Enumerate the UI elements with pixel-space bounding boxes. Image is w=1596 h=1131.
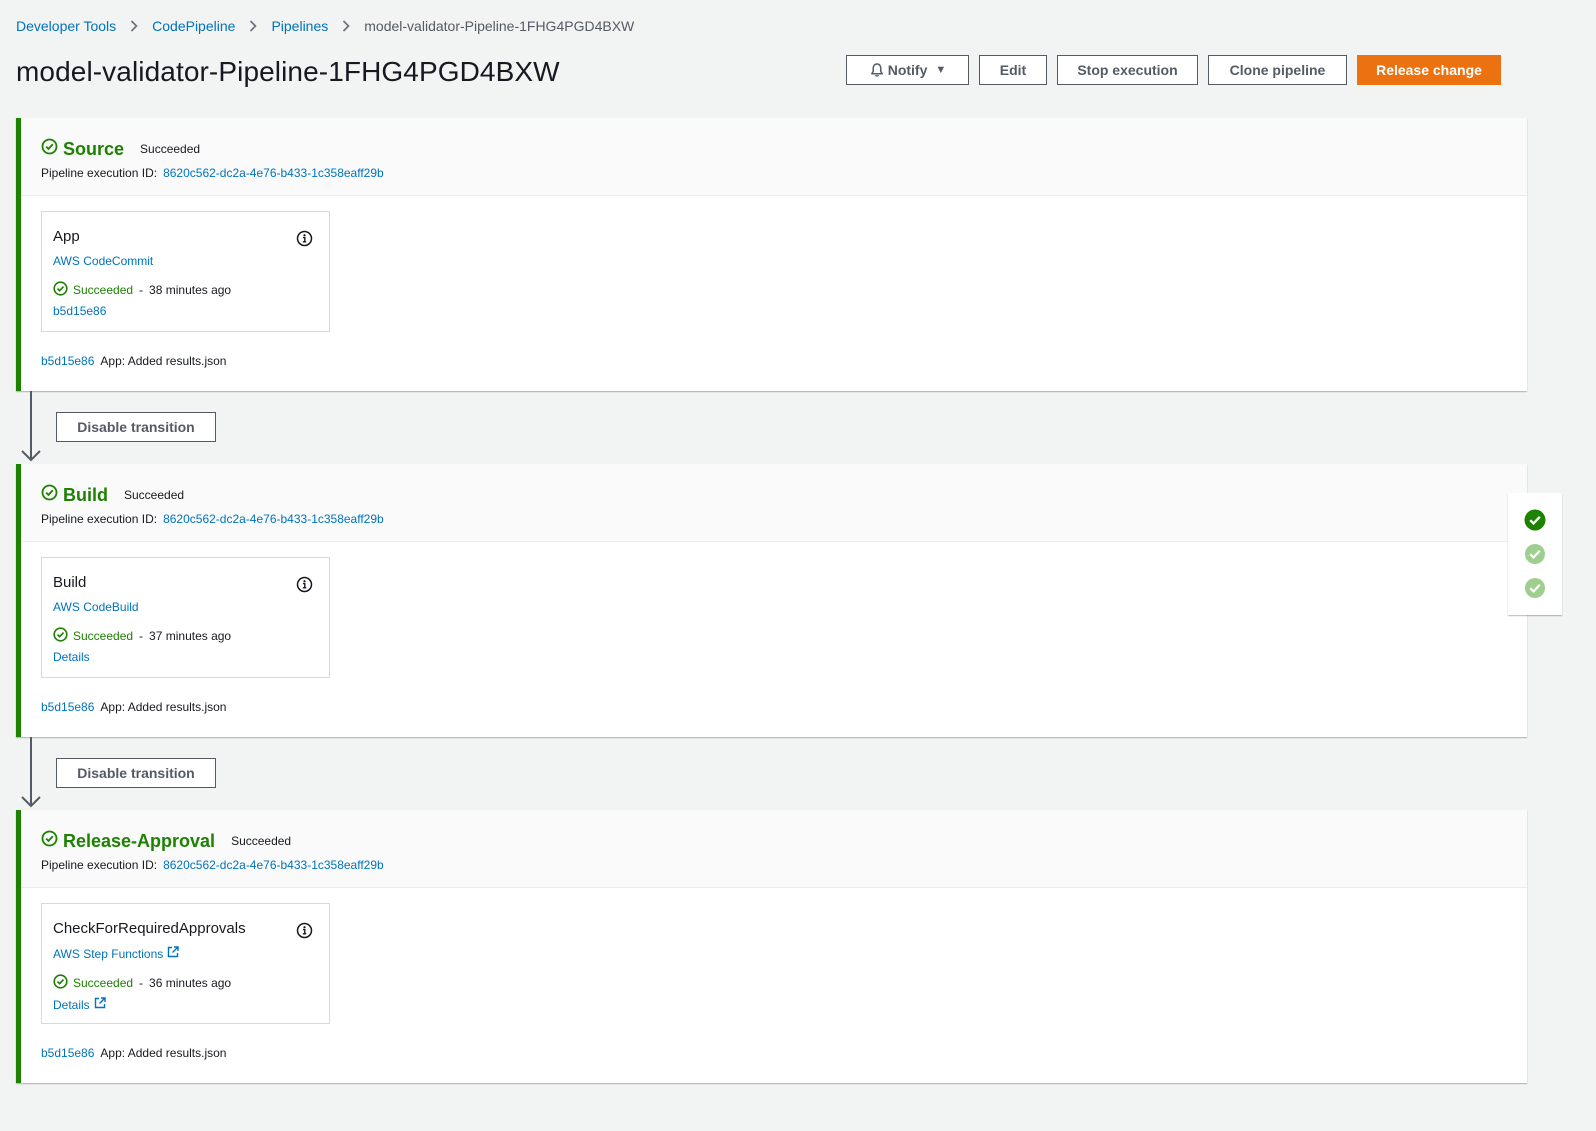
action-toolbar: Notify ▼ Edit Stop execution Clone pipel… [846,55,1501,85]
edit-button[interactable]: Edit [979,55,1047,85]
disable-transition-button[interactable]: Disable transition [56,412,216,442]
info-icon[interactable] [296,922,313,944]
separator-dash: - [139,976,144,990]
stage-status: Succeeded [231,834,292,848]
action-commit-link[interactable]: b5d15e86 [53,304,106,318]
stage-header: Release-Approval Succeeded Pipeline exec… [21,810,1527,888]
execution-id-link[interactable]: 8620c562-dc2a-4e76-b433-1c358eaff29b [163,512,384,526]
stage-header: Source Succeeded Pipeline execution ID: … [21,118,1527,196]
action-card-build: Build AWS CodeBuild Succeeded - 37 minut… [41,557,330,678]
stage-navigator [1508,493,1562,615]
external-link-icon [94,997,106,1012]
commit-message: App: Added results.json [100,700,227,714]
breadcrumb-current: model-validator-Pipeline-1FHG4PGD4BXW [364,18,635,34]
stage-status: Succeeded [140,142,201,156]
stage-nav-build-icon[interactable] [1524,543,1546,570]
stage-header: Build Succeeded Pipeline execution ID: 8… [21,464,1527,542]
caret-down-icon: ▼ [935,64,947,76]
action-provider-link[interactable]: AWS Step Functions [53,947,163,961]
commit-row: b5d15e86 App: Added results.json [41,1046,226,1060]
action-card-check-approvals: CheckForRequiredApprovals AWS Step Funct… [41,903,330,1024]
action-provider-link[interactable]: AWS CodeCommit [53,254,153,268]
stage-status: Succeeded [124,488,185,502]
stage-build: Build Succeeded Pipeline execution ID: 8… [16,464,1527,737]
separator-dash: - [139,283,144,297]
details-link[interactable]: Details [53,650,90,664]
action-provider-link[interactable]: AWS CodeBuild [53,600,139,614]
commit-message: App: Added results.json [100,354,227,368]
execution-id-label: Pipeline execution ID: [41,512,158,526]
commit-message: App: Added results.json [100,1046,227,1060]
bell-icon [869,62,885,78]
clone-pipeline-button[interactable]: Clone pipeline [1208,55,1347,85]
success-check-icon [53,974,68,992]
execution-id-link[interactable]: 8620c562-dc2a-4e76-b433-1c358eaff29b [163,858,384,872]
release-change-button[interactable]: Release change [1357,55,1501,85]
chevron-right-icon [249,20,258,32]
commit-row: b5d15e86 App: Added results.json [41,700,226,714]
commit-row: b5d15e86 App: Added results.json [41,354,226,368]
breadcrumb: Developer Tools CodePipeline Pipelines m… [16,16,634,36]
execution-id-label: Pipeline execution ID: [41,858,158,872]
notify-label: Notify [887,62,928,78]
success-check-icon [41,484,58,506]
stage-name: Source [63,138,125,159]
success-check-icon [41,138,58,160]
success-check-icon [53,627,68,645]
stage-name: Release-Approval [63,830,216,851]
commit-id-link[interactable]: b5d15e86 [41,700,94,714]
action-time: 36 minutes ago [149,976,232,990]
breadcrumb-developer-tools[interactable]: Developer Tools [16,18,116,34]
action-name: App [53,228,80,245]
info-icon[interactable] [296,576,313,598]
chevron-right-icon [130,20,138,32]
breadcrumb-codepipeline[interactable]: CodePipeline [152,18,235,34]
stage-nav-source-icon[interactable] [1524,509,1546,536]
action-status: Succeeded [73,976,134,990]
execution-id-label: Pipeline execution ID: [41,166,158,180]
stage-name: Build [63,484,108,505]
chevron-right-icon [342,20,350,32]
commit-id-link[interactable]: b5d15e86 [41,354,94,368]
info-icon[interactable] [296,230,313,252]
action-time: 38 minutes ago [149,283,232,297]
stage-nav-release-approval-icon[interactable] [1524,577,1546,604]
action-time: 37 minutes ago [149,629,232,643]
success-check-icon [41,830,58,852]
execution-id-link[interactable]: 8620c562-dc2a-4e76-b433-1c358eaff29b [163,166,384,180]
stage-release-approval: Release-Approval Succeeded Pipeline exec… [16,810,1527,1083]
external-link-icon [167,946,179,961]
success-check-icon [53,281,68,299]
stage-source: Source Succeeded Pipeline execution ID: … [16,118,1527,391]
action-name: CheckForRequiredApprovals [53,920,246,937]
commit-id-link[interactable]: b5d15e86 [41,1046,94,1060]
action-name: Build [53,574,87,591]
action-status: Succeeded [73,629,134,643]
details-link[interactable]: Details [53,998,90,1012]
action-card-app: App AWS CodeCommit Succeeded - 38 minute… [41,211,330,332]
separator-dash: - [139,629,144,643]
notify-button[interactable]: Notify ▼ [846,55,969,85]
disable-transition-button[interactable]: Disable transition [56,758,216,788]
breadcrumb-pipelines[interactable]: Pipelines [271,18,328,34]
stop-execution-button[interactable]: Stop execution [1057,55,1198,85]
page-title: model-validator-Pipeline-1FHG4PGD4BXW [16,56,560,87]
action-status: Succeeded [73,283,134,297]
